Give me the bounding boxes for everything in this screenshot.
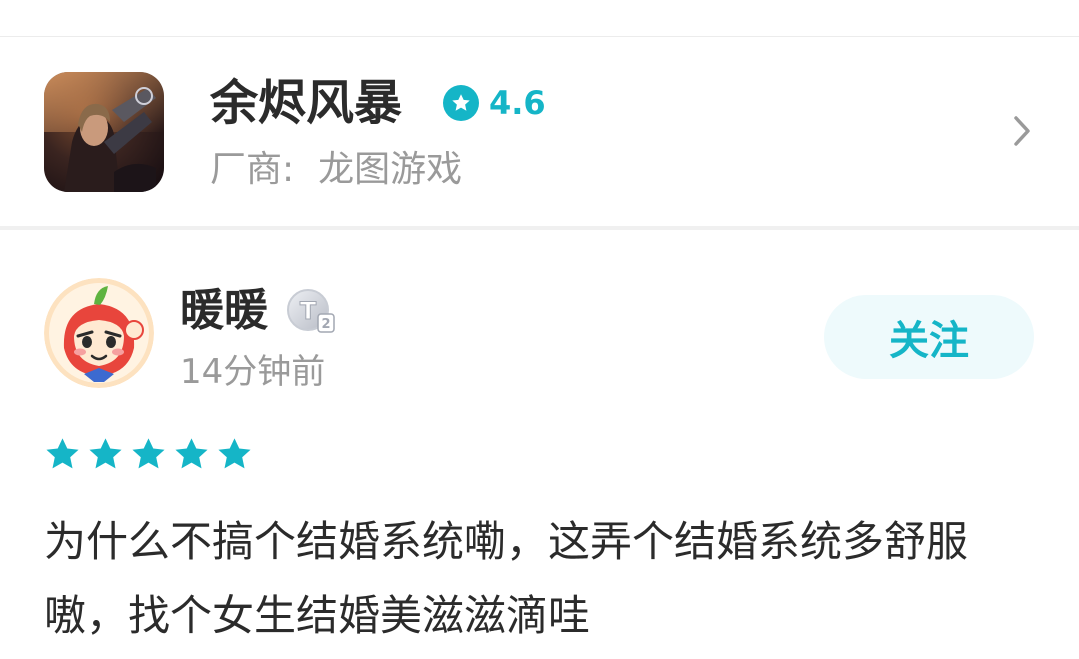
game-icon[interactable] [44,72,164,192]
vendor-name: 龙图游戏 [318,149,463,190]
game-title: 余烬风暴 [210,75,403,131]
svg-text:T: T [300,297,317,325]
svg-text:2: 2 [321,317,330,332]
star-icon [175,438,208,469]
level-badge-icon: T 2 [286,288,336,336]
vendor: 厂商: 龙图游戏 [210,147,462,193]
rating: 4.6 [443,83,546,123]
star-icon [46,438,79,469]
chevron-right-icon[interactable] [1002,111,1042,151]
star-rating [44,436,253,476]
section-divider [0,226,1079,230]
follow-button[interactable]: 关注 [824,295,1034,379]
avatar[interactable] [44,278,154,388]
rating-value: 4.6 [489,84,546,122]
timestamp: 14分钟前 [180,352,326,392]
game-card[interactable]: 余烬风暴 4.6 厂商: 龙图游戏 [0,37,1079,227]
vendor-label: 厂商: [210,149,295,190]
review-text: 为什么不搞个结婚系统嘞，这弄个结婚系统多舒服嗷，找个女生结婚美滋滋滴哇 [44,517,969,640]
star-icon [218,438,251,469]
star-badge-icon [443,85,479,121]
star-icon [132,438,165,469]
star-icon [89,438,122,469]
page: 余烬风暴 4.6 厂商: 龙图游戏 暖暖 T 2 14分钟前 关注 为什么不搞个… [0,0,1079,659]
username[interactable]: 暖暖 [180,284,268,338]
